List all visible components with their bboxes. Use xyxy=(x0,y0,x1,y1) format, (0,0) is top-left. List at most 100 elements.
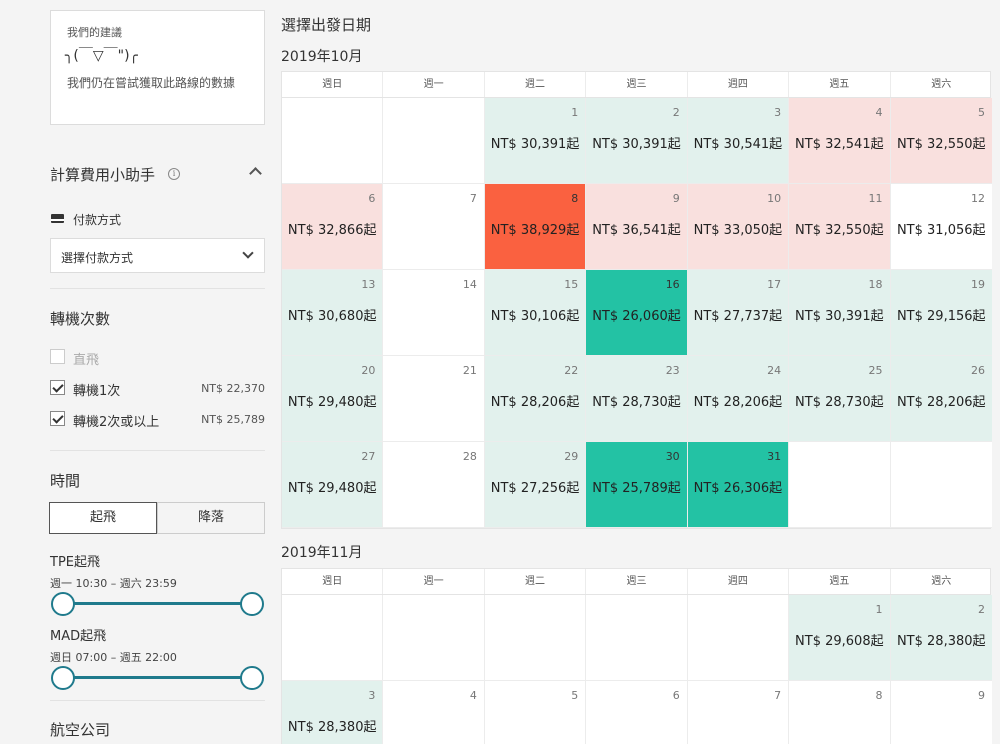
weekday-header: 週日 週一 週二 週三 週四 週五 週六 xyxy=(282,569,990,595)
stops-option-one[interactable]: 轉機1次 NT$ 22,370 xyxy=(50,379,265,399)
calendar-day-cell[interactable]: 27 NT$ 29,480起 xyxy=(282,442,384,528)
stops-option-two-plus[interactable]: 轉機2次或以上 NT$ 25,789 xyxy=(50,410,265,430)
calendar-day-cell[interactable]: 13 NT$ 30,680起 xyxy=(282,270,384,356)
day-price: NT$ 32,866起 xyxy=(287,223,377,238)
payment-method-select[interactable]: 選擇付款方式 xyxy=(50,238,265,273)
calendar-day-cell[interactable]: 6 xyxy=(586,681,688,744)
slider-handle-start[interactable] xyxy=(51,666,75,690)
day-number: 27 xyxy=(361,450,376,463)
slider-handle-end[interactable] xyxy=(240,592,264,616)
day-number: 21 xyxy=(462,364,477,377)
day-price: NT$ 28,380起 xyxy=(287,720,377,735)
stops-option-label: 轉機2次或以上 xyxy=(73,415,160,430)
calendar-day-cell[interactable]: 26 NT$ 28,206起 xyxy=(890,356,992,442)
calendar-day-cell[interactable]: 23 NT$ 28,730起 xyxy=(586,356,688,442)
calendar-day-cell[interactable]: 1 NT$ 29,608起 xyxy=(789,595,891,681)
day-number: 28 xyxy=(462,450,477,463)
calendar-day-cell[interactable]: 7 xyxy=(383,184,485,270)
weekday-label: 週二 xyxy=(485,72,587,97)
calendar-day-cell[interactable]: 8 NT$ 38,929起 xyxy=(484,184,587,270)
calendar-day-cell[interactable]: 18 NT$ 30,391起 xyxy=(789,270,891,356)
tab-arrival[interactable]: 降落 xyxy=(157,502,265,534)
day-number: 1 xyxy=(571,106,579,119)
day-number: 29 xyxy=(564,450,579,463)
calendar-empty-cell xyxy=(484,595,587,681)
calendar-day-cell[interactable]: 9 xyxy=(890,681,992,744)
stops-option-label: 直飛 xyxy=(73,353,100,368)
suggestion-text: 我們仍在嘗試獲取此路線的數據 xyxy=(67,76,236,90)
day-price: NT$ 30,680起 xyxy=(287,309,377,324)
calendar-day-cell[interactable]: 3 NT$ 28,380起 xyxy=(282,681,384,744)
calendar-day-cell[interactable]: 20 NT$ 29,480起 xyxy=(282,356,384,442)
calendar-empty-cell xyxy=(282,98,384,184)
day-price: NT$ 27,737起 xyxy=(693,309,783,324)
calendar-day-cell[interactable]: 10 NT$ 33,050起 xyxy=(687,184,790,270)
checkbox[interactable] xyxy=(50,349,65,364)
slider-track-mad[interactable] xyxy=(62,676,252,679)
day-price: NT$ 32,550起 xyxy=(795,223,884,238)
fee-calculator-title[interactable]: 計算費用小助手 xyxy=(50,164,155,185)
weekday-label: 週三 xyxy=(586,569,688,594)
calendar-day-cell[interactable]: 7 xyxy=(687,681,790,744)
calendar-day-cell[interactable]: 14 xyxy=(383,270,485,356)
calendar-day-cell[interactable]: 25 NT$ 28,730起 xyxy=(789,356,891,442)
slider-handle-end[interactable] xyxy=(240,666,264,690)
day-number: 5 xyxy=(977,106,985,119)
time-title: 時間 xyxy=(50,472,81,490)
calendar-day-cell[interactable]: 31 NT$ 26,306起 xyxy=(687,442,790,528)
calendar-day-cell[interactable]: 3 NT$ 30,541起 xyxy=(687,98,790,184)
filter-sidebar: 我們的建議 ╮(￣▽￣")╭ 我們仍在嘗試獲取此路線的數據 計算費用小助手 i … xyxy=(0,0,280,744)
day-number: 9 xyxy=(672,192,680,205)
checkbox[interactable] xyxy=(50,380,65,395)
day-number: 17 xyxy=(767,278,782,291)
airlines-title: 航空公司 xyxy=(50,721,111,739)
calendar-empty-cell xyxy=(687,595,790,681)
calendar-empty-cell xyxy=(586,595,688,681)
calendar-day-cell[interactable]: 22 NT$ 28,206起 xyxy=(484,356,587,442)
divider xyxy=(50,288,265,289)
calendar-day-cell[interactable]: 11 NT$ 32,550起 xyxy=(789,184,891,270)
slider-track-tpe[interactable] xyxy=(62,602,252,605)
calendar-empty-cell xyxy=(383,98,485,184)
calendar-day-cell[interactable]: 2 NT$ 28,380起 xyxy=(890,595,992,681)
calendar-day-cell[interactable]: 17 NT$ 27,737起 xyxy=(687,270,790,356)
calendar-day-cell[interactable]: 29 NT$ 27,256起 xyxy=(484,442,587,528)
slider-handle-start[interactable] xyxy=(51,592,75,616)
calendar-day-cell[interactable]: 6 NT$ 32,866起 xyxy=(282,184,384,270)
day-number: 4 xyxy=(875,106,883,119)
calendar-day-cell[interactable]: 5 NT$ 32,550起 xyxy=(890,98,992,184)
calendar-day-cell[interactable]: 1 NT$ 30,391起 xyxy=(484,98,587,184)
chevron-up-icon[interactable] xyxy=(249,167,262,180)
calendar-day-cell[interactable]: 5 xyxy=(484,681,587,744)
calendar-day-cell[interactable]: 2 NT$ 30,391起 xyxy=(586,98,688,184)
calendar-day-cell[interactable]: 21 xyxy=(383,356,485,442)
day-number: 12 xyxy=(970,192,985,205)
calendar-day-cell[interactable]: 28 xyxy=(383,442,485,528)
calendar-day-cell[interactable]: 8 xyxy=(789,681,891,744)
range-sub-mad: 週日 07:00 – 週五 22:00 xyxy=(50,651,177,664)
calendar-day-cell[interactable]: 4 xyxy=(383,681,485,744)
weekday-header: 週日 週一 週二 週三 週四 週五 週六 xyxy=(282,72,990,98)
day-number: 18 xyxy=(868,278,883,291)
calendar-day-cell[interactable]: 4 NT$ 32,541起 xyxy=(789,98,891,184)
calendar-empty-cell xyxy=(789,442,891,528)
info-icon[interactable]: i xyxy=(168,168,180,180)
day-price: NT$ 26,306起 xyxy=(693,481,783,496)
calendar-day-cell[interactable]: 16 NT$ 26,060起 xyxy=(586,270,688,356)
month-title-oct: 2019年10月 xyxy=(281,49,363,65)
day-price: NT$ 30,106起 xyxy=(490,309,580,324)
day-number: 23 xyxy=(665,364,680,377)
calendar-day-cell[interactable]: 9 NT$ 36,541起 xyxy=(586,184,688,270)
day-price: NT$ 30,391起 xyxy=(795,309,884,324)
stops-option-direct[interactable]: 直飛 xyxy=(50,348,265,368)
time-mode-toggle: 起飛 降落 xyxy=(49,502,265,534)
calendar-day-cell[interactable]: 12 NT$ 31,056起 xyxy=(890,184,992,270)
calendar-week-row: 27 NT$ 29,480起 28 29 NT$ 27,256起 30 NT$ 25,789… xyxy=(282,442,992,528)
calendar-day-cell[interactable]: 19 NT$ 29,156起 xyxy=(890,270,992,356)
calendar-day-cell[interactable]: 30 NT$ 25,789起 xyxy=(586,442,688,528)
calendar-day-cell[interactable]: 15 NT$ 30,106起 xyxy=(484,270,587,356)
payment-method-label: 付款方式 xyxy=(73,213,122,227)
checkbox[interactable] xyxy=(50,411,65,426)
calendar-day-cell[interactable]: 24 NT$ 28,206起 xyxy=(687,356,790,442)
tab-departure[interactable]: 起飛 xyxy=(49,502,157,534)
